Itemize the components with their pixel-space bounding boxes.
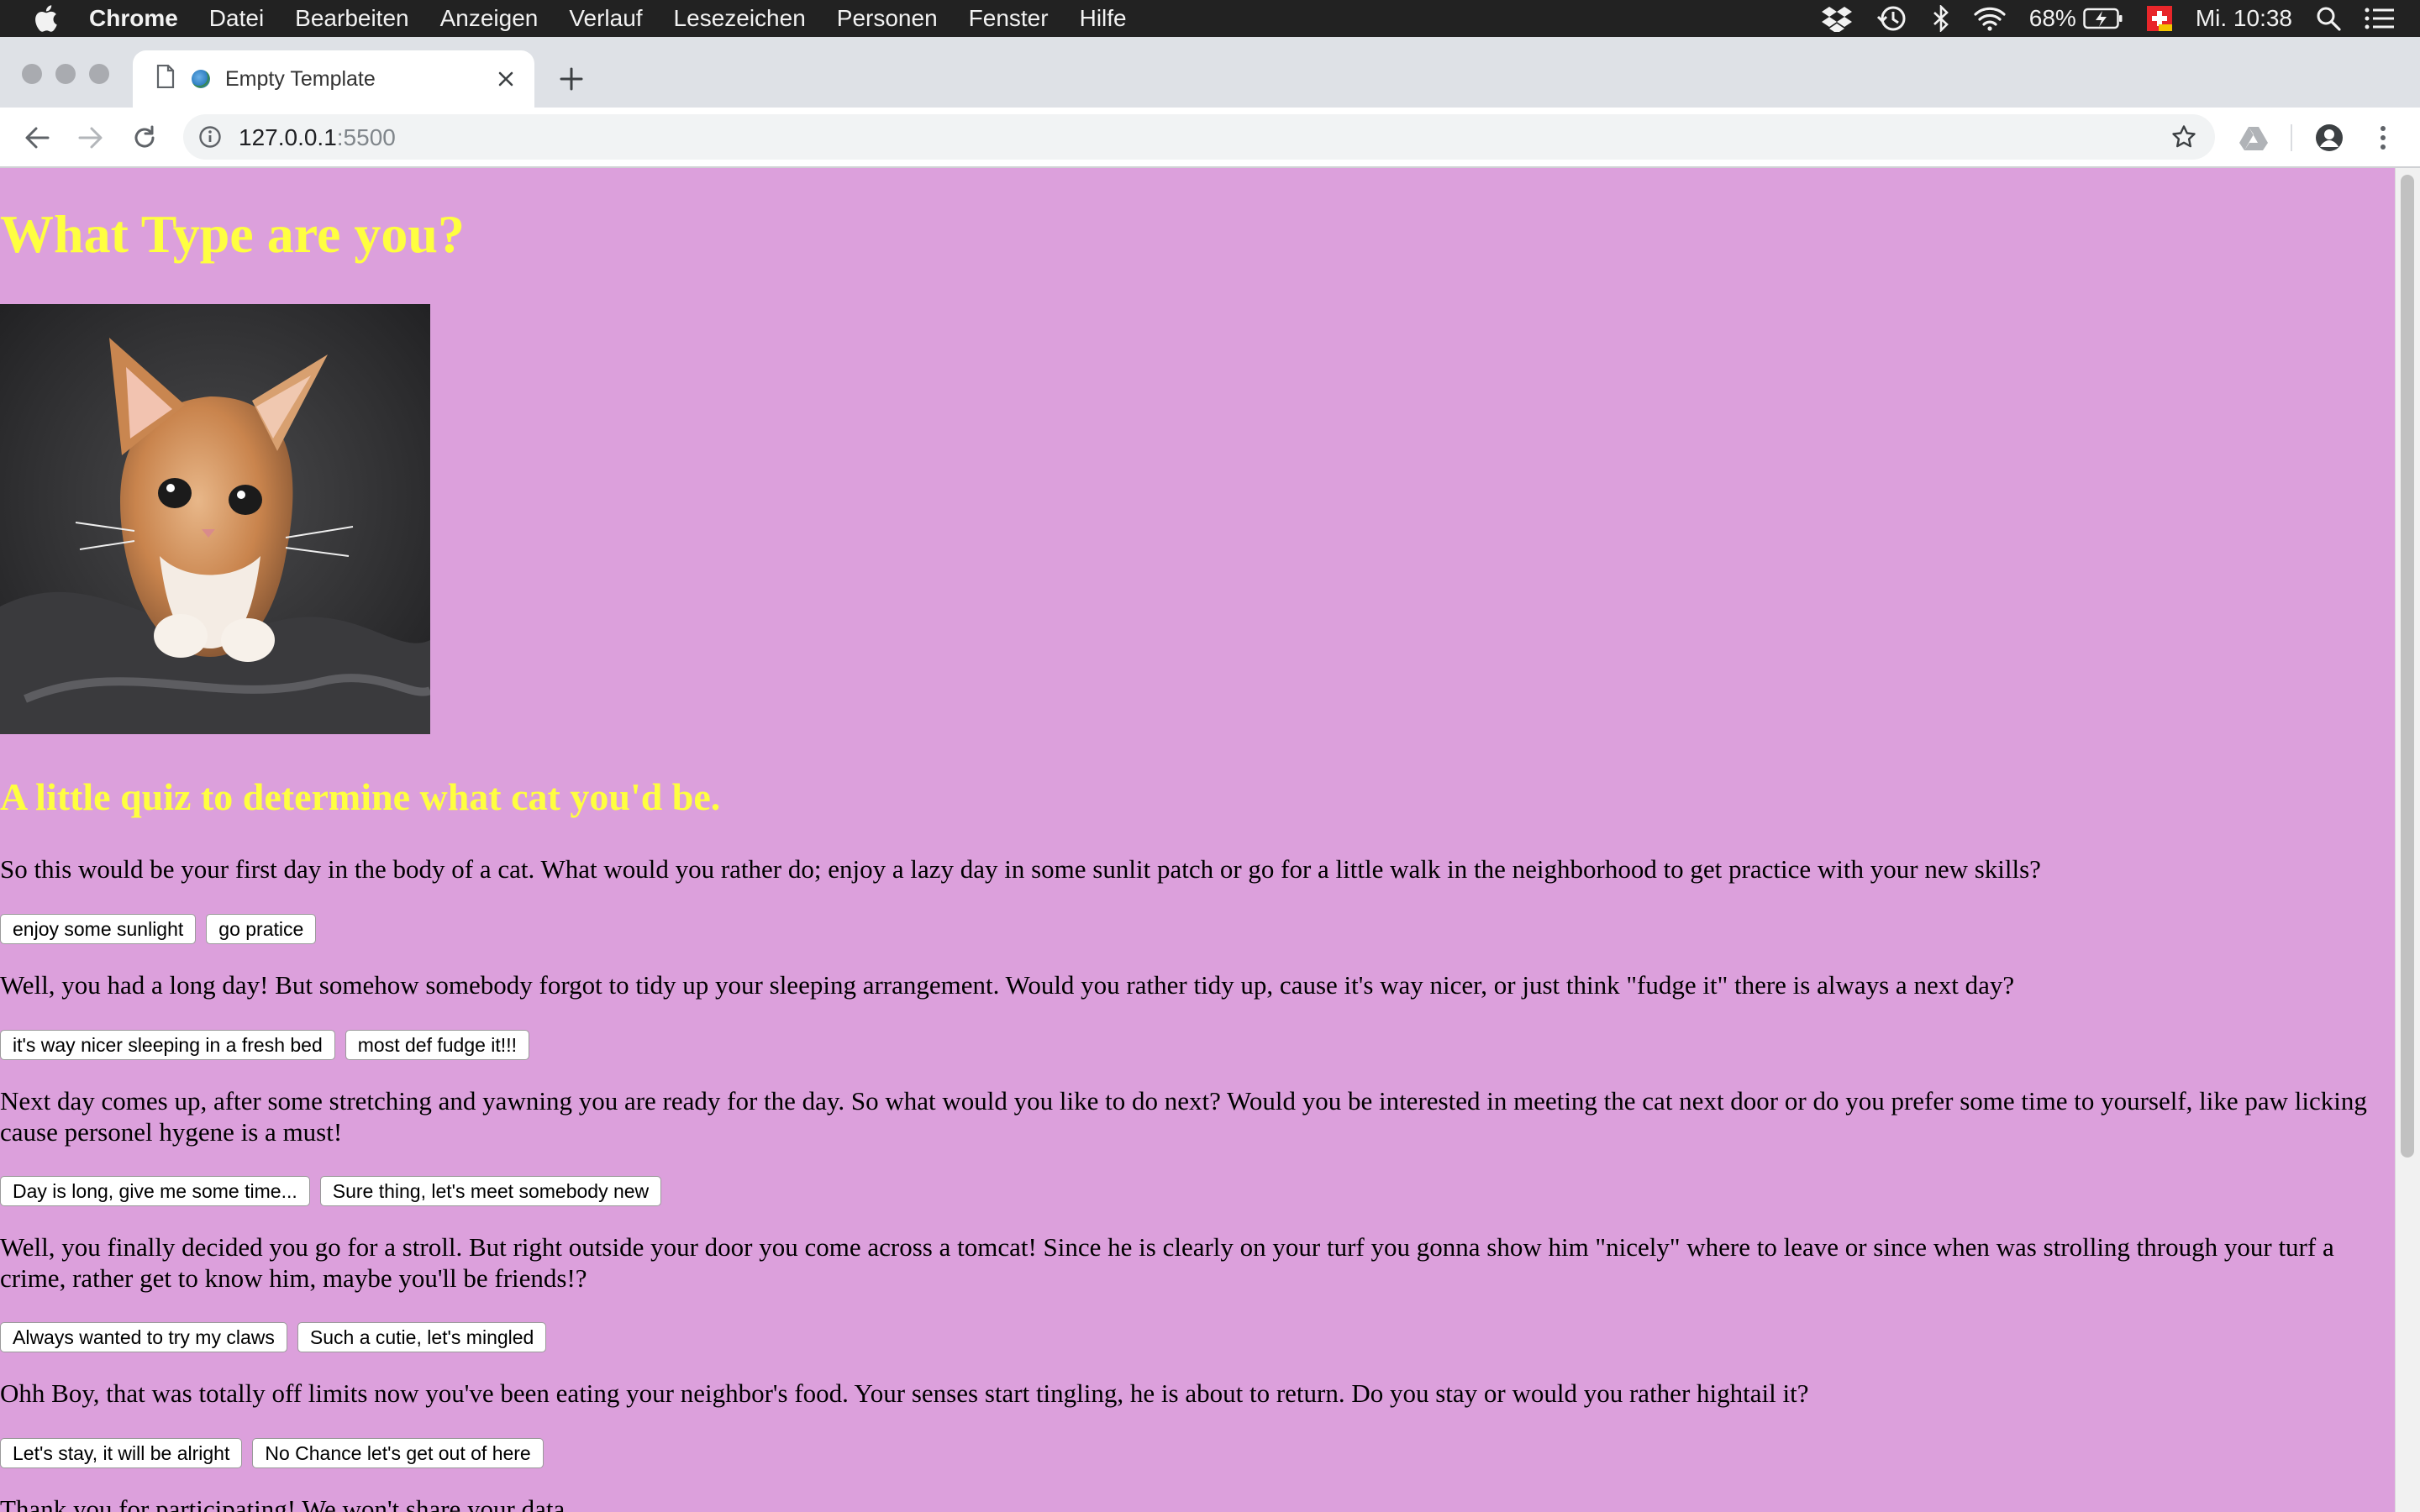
answer-button-enjoy-sunlight[interactable]: enjoy some sunlight xyxy=(0,914,197,944)
dropbox-icon[interactable] xyxy=(1821,4,1853,33)
apple-logo-icon[interactable] xyxy=(32,4,60,33)
menu-anzeigen[interactable]: Anzeigen xyxy=(440,5,539,32)
time-machine-icon[interactable] xyxy=(1876,4,1908,33)
answer-button-meet-somebody[interactable]: Sure thing, let's meet somebody new xyxy=(319,1176,662,1206)
document-icon xyxy=(156,64,175,94)
address-url[interactable]: 127.0.0.1:5500 xyxy=(239,124,396,151)
tab-title: Empty Template xyxy=(225,66,376,91)
url-port: :5500 xyxy=(336,124,396,150)
menu-verlauf[interactable]: Verlauf xyxy=(569,5,642,32)
window-close-button[interactable] xyxy=(22,64,42,84)
url-host: 127.0.0.1 xyxy=(239,124,337,150)
input-source-flag-icon[interactable] xyxy=(2146,4,2172,33)
google-drive-extension-icon[interactable] xyxy=(2237,121,2270,155)
answer-row-2: it's way nicer sleeping in a fresh bed m… xyxy=(0,1030,529,1062)
browser-tab-active[interactable]: Empty Template xyxy=(133,50,534,108)
menu-bearbeiten[interactable]: Bearbeiten xyxy=(295,5,408,32)
page-subtitle: A little quiz to determine what cat you'… xyxy=(0,775,721,818)
battery-charging-icon[interactable] xyxy=(2083,4,2123,33)
window-zoom-button[interactable] xyxy=(89,64,109,84)
quiz-question-5: Ohh Boy, that was totally off limits now… xyxy=(0,1378,1809,1408)
answer-row-1: enjoy some sunlight go pratice xyxy=(0,914,317,946)
browser-menu-kebab-icon[interactable] xyxy=(2366,121,2400,155)
site-favicon-icon xyxy=(192,70,210,88)
answer-row-3: Day is long, give me some time... Sure t… xyxy=(0,1176,662,1208)
browser-toolbar: 127.0.0.1:5500 xyxy=(0,108,2420,168)
answer-button-go-practice[interactable]: go pratice xyxy=(206,914,317,944)
back-arrow-icon[interactable] xyxy=(20,121,54,155)
browser-tab-strip: Empty Template xyxy=(0,37,2420,108)
notification-center-icon[interactable] xyxy=(2365,4,2395,33)
answer-button-mingle[interactable]: Such a cutie, let's mingled xyxy=(297,1322,547,1352)
menu-app-chrome[interactable]: Chrome xyxy=(89,5,178,32)
wifi-icon[interactable] xyxy=(1974,4,2006,33)
spotlight-search-icon[interactable] xyxy=(2316,4,2341,33)
answer-row-4: Always wanted to try my claws Such a cut… xyxy=(0,1322,547,1354)
quiz-question-4: Well, you finally decided you go for a s… xyxy=(0,1232,2334,1293)
profile-avatar-icon[interactable] xyxy=(2312,121,2346,155)
bookmark-star-icon[interactable] xyxy=(2171,124,2196,150)
bluetooth-icon[interactable] xyxy=(1932,4,1950,33)
battery-percentage: 68% xyxy=(2028,5,2076,31)
tab-close-icon[interactable] xyxy=(494,67,518,91)
answer-button-tidy-bed[interactable]: it's way nicer sleeping in a fresh bed xyxy=(0,1030,335,1060)
closing-message: Thank you for participating! We won't sh… xyxy=(0,1494,572,1512)
answer-button-stay[interactable]: Let's stay, it will be alright xyxy=(0,1438,243,1468)
answer-button-get-out[interactable]: No Chance let's get out of here xyxy=(252,1438,544,1468)
answer-button-alone-time[interactable]: Day is long, give me some time... xyxy=(0,1176,310,1206)
forward-arrow-icon[interactable] xyxy=(74,121,108,155)
answer-button-try-claws[interactable]: Always wanted to try my claws xyxy=(0,1322,287,1352)
answer-row-5: Let's stay, it will be alright No Chance… xyxy=(0,1438,544,1470)
menu-lesezeichen[interactable]: Lesezeichen xyxy=(674,5,806,32)
answer-button-fudge-it[interactable]: most def fudge it!!! xyxy=(345,1030,529,1060)
scrollbar-thumb[interactable] xyxy=(2401,175,2414,1158)
menu-hilfe[interactable]: Hilfe xyxy=(1080,5,1127,32)
quiz-question-1: So this would be your first day in the b… xyxy=(0,854,2041,884)
new-tab-plus-icon[interactable] xyxy=(555,62,588,96)
macos-menu-bar: Chrome Datei Bearbeiten Anzeigen Verlauf… xyxy=(0,0,2420,37)
page-title: What Type are you? xyxy=(0,204,465,264)
toolbar-divider xyxy=(2291,124,2292,151)
menu-personen[interactable]: Personen xyxy=(837,5,938,32)
menu-fenster[interactable]: Fenster xyxy=(969,5,1049,32)
kitten-photo xyxy=(0,304,430,734)
menu-clock[interactable]: Mi. 10:38 xyxy=(2196,5,2292,32)
address-bar[interactable]: 127.0.0.1:5500 xyxy=(183,114,2215,160)
reload-icon[interactable] xyxy=(128,121,161,155)
window-minimize-button[interactable] xyxy=(55,64,76,84)
menu-datei[interactable]: Datei xyxy=(209,5,264,32)
site-info-icon[interactable] xyxy=(198,125,222,149)
page-viewport: What Type are you? A little quiz to dete… xyxy=(0,168,2420,1512)
quiz-question-2: Well, you had a long day! But somehow so… xyxy=(0,970,2015,1000)
quiz-question-3: Next day comes up, after some stretching… xyxy=(0,1086,2367,1147)
page-scrollbar[interactable] xyxy=(2395,168,2420,1512)
